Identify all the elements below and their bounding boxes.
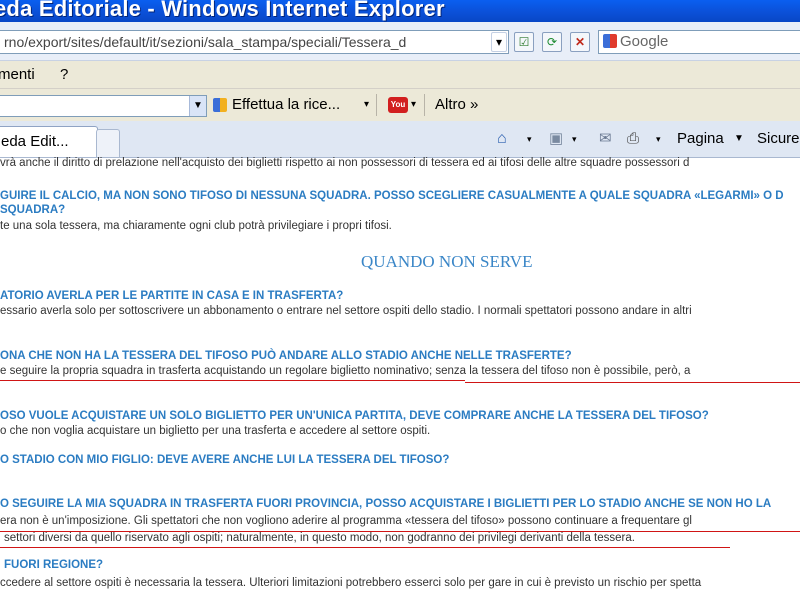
section-heading: QUANDO NON SERVE [361,252,533,271]
menu-bar: menti ? [0,61,800,88]
faq-question: ATORIO AVERLA PER LE PARTITE IN CASA E I… [0,290,344,302]
faq-answer: essario averla solo per sottoscrivere un… [0,305,692,317]
safety-menu[interactable]: Sicure [757,121,800,157]
print-icon[interactable]: ⎙ [627,121,639,157]
page-content: vrà anche il diritto di prelazione nell'… [0,157,800,600]
tab-label: eda Edit... [1,133,69,150]
faq-answer: era non è un'imposizione. Gli spettatori… [0,515,692,527]
chevron-down-icon[interactable]: ▼ [189,96,206,116]
more-button[interactable]: Altro » [435,89,478,121]
faq-question: OSO VUOLE ACQUISTARE UN SOLO BIGLIETTO P… [0,410,709,422]
stop-icon[interactable]: ✕ [570,32,590,52]
feeds-icon[interactable]: ▣ [549,121,563,157]
faq-answer: e seguire la propria squadra in trasfert… [0,365,691,377]
faq-question: GUIRE IL CALCIO, MA NON SONO TIFOSO DI N… [0,190,784,202]
faq-question: FUORI REGIONE? [4,559,104,571]
google-icon [603,34,617,48]
address-url: rno/export/sites/default/it/sezioni/sala… [4,34,407,50]
faq-question: SQUADRA? [0,204,66,216]
menu-item-tools[interactable]: menti [0,61,35,88]
annotation-underline [0,547,730,548]
youtube-icon[interactable]: You [388,97,408,113]
refresh-icon[interactable]: ⟳ [542,32,562,52]
home-icon[interactable]: ⌂ [497,121,507,157]
menu-item-help[interactable]: ? [60,61,68,88]
google-toolbar-input[interactable]: ▼ [0,95,207,117]
search-dropdown-icon[interactable]: ▾ [364,89,369,121]
google-search-input[interactable]: Google [598,30,800,54]
faq-answer: te una sola tessera, ma chiaramente ogni… [0,220,392,232]
google-icon [213,98,227,112]
page-menu[interactable]: Pagina [677,121,724,157]
window-title: eda Editoriale - Windows Internet Explor… [0,0,445,21]
paragraph-text: vrà anche il diritto di prelazione nell'… [0,157,690,169]
feeds-dropdown-icon[interactable]: ▾ [572,121,577,157]
mail-icon[interactable]: ✉ [599,121,612,157]
address-dropdown-icon[interactable]: ▾ [491,32,507,52]
address-input[interactable]: rno/export/sites/default/it/sezioni/sala… [0,30,509,54]
page-dropdown-icon[interactable]: ▼ [734,121,744,157]
toolbar-divider [376,94,377,116]
new-tab-button[interactable] [96,129,120,157]
faq-question: O SEGUIRE LA MIA SQUADRA IN TRASFERTA FU… [0,498,772,510]
google-search-placeholder: Google [620,33,669,50]
toolbar-divider [424,94,425,116]
address-toolbar: rno/export/sites/default/it/sezioni/sala… [0,22,800,61]
faq-question: O STADIO CON MIO FIGLIO: DEVE AVERE ANCH… [0,454,450,466]
faq-answer: o che non voglia acquistare un biglietto… [0,425,431,437]
print-dropdown-icon[interactable]: ▾ [656,121,661,157]
google-toolbar: ▼ Effettua la rice... ▾ You ▾ Altro » [0,88,800,121]
faq-answer: ccedere al settore ospiti è necessaria l… [0,577,702,589]
tab-bar: eda Edit... ⌂ ▾ ▣ ▾ ✉ ⎙ ▾ Pagina ▼ Sicur… [0,121,800,158]
youtube-dropdown-icon[interactable]: ▾ [411,89,416,121]
tab-active[interactable]: eda Edit... [0,126,98,157]
annotation-underline [465,382,800,383]
annotation-underline [0,380,465,381]
compatibility-icon[interactable]: ☑ [514,32,534,52]
faq-answer: settori diversi da quello riservato agli… [4,532,635,544]
title-bar: eda Editoriale - Windows Internet Explor… [0,0,800,22]
faq-question: ONA CHE NON HA LA TESSERA DEL TIFOSO PUÒ… [0,350,572,362]
google-search-button[interactable]: Effettua la rice... [232,89,340,121]
home-dropdown-icon[interactable]: ▾ [527,121,532,157]
